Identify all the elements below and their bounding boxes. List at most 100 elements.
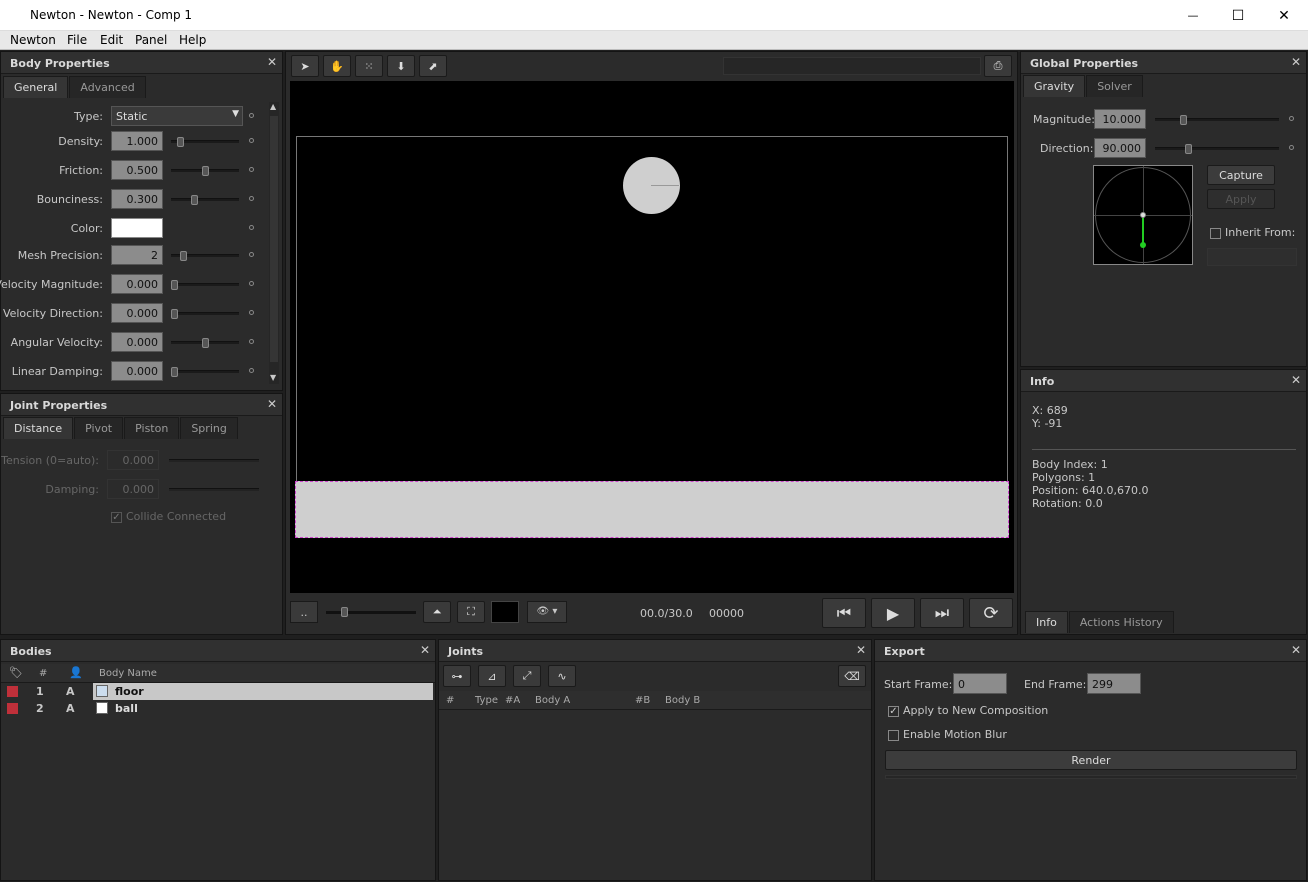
- property-input[interactable]: 0.300: [111, 189, 163, 209]
- gravity-direction-widget[interactable]: [1093, 165, 1193, 265]
- slider-knob[interactable]: [191, 195, 198, 205]
- close-icon[interactable]: ✕: [267, 397, 277, 411]
- tab-info[interactable]: Info: [1025, 611, 1068, 633]
- slider-knob[interactable]: [180, 251, 187, 261]
- floor-body[interactable]: [295, 481, 1009, 538]
- add-piston-joint-button[interactable]: ⤢: [513, 665, 541, 687]
- slider-knob[interactable]: [202, 166, 209, 176]
- background-color-swatch[interactable]: [491, 601, 519, 623]
- keyframe-icon[interactable]: [249, 368, 254, 373]
- property-input[interactable]: 0.500: [111, 160, 163, 180]
- menu-panel[interactable]: Panel: [135, 33, 167, 47]
- minimize-button[interactable]: —: [1170, 0, 1216, 31]
- property-input[interactable]: 1.000: [111, 131, 163, 151]
- magnitude-slider[interactable]: [1155, 115, 1279, 125]
- collide-connected-checkbox[interactable]: ✓ Collide Connected: [111, 510, 226, 523]
- property-input[interactable]: 0.000: [111, 303, 163, 323]
- property-slider[interactable]: [171, 309, 239, 319]
- keyframe-icon[interactable]: [249, 196, 254, 201]
- toggle-button[interactable]: ⏶: [423, 601, 451, 623]
- tab-general[interactable]: General: [3, 76, 69, 98]
- property-slider[interactable]: [171, 251, 239, 261]
- tab-gravity[interactable]: Gravity: [1023, 75, 1086, 97]
- property-slider[interactable]: [171, 137, 239, 147]
- slider-knob[interactable]: [202, 338, 209, 348]
- skip-start-button[interactable]: ⏮: [822, 598, 866, 628]
- keyframe-icon[interactable]: [249, 339, 254, 344]
- start-frame-input[interactable]: 0: [953, 673, 1007, 694]
- ball-body[interactable]: [623, 157, 680, 214]
- property-slider[interactable]: [171, 166, 239, 176]
- table-row[interactable]: 1 Afloor: [1, 683, 435, 700]
- close-icon[interactable]: ✕: [1291, 55, 1301, 69]
- close-icon[interactable]: ✕: [267, 55, 277, 69]
- visibility-dropdown[interactable]: 👁 ▾: [527, 601, 567, 623]
- slider-knob[interactable]: [171, 367, 178, 377]
- add-distance-joint-button[interactable]: ⊶: [443, 665, 471, 687]
- zoom-slider[interactable]: [326, 607, 416, 617]
- table-row[interactable]: 2 Aball: [1, 700, 435, 717]
- magnitude-input[interactable]: 10.000: [1094, 109, 1146, 129]
- property-slider[interactable]: [171, 195, 239, 205]
- direction-slider[interactable]: [1155, 144, 1279, 154]
- keyframe-icon[interactable]: [249, 113, 254, 118]
- menu-help[interactable]: Help: [179, 33, 206, 47]
- canvas[interactable]: [290, 81, 1014, 593]
- property-slider[interactable]: [171, 338, 239, 348]
- inherit-select[interactable]: [1207, 248, 1297, 266]
- property-slider[interactable]: [171, 367, 239, 377]
- enable-motion-blur-checkbox[interactable]: Enable Motion Blur: [888, 728, 1007, 741]
- close-icon[interactable]: ✕: [1291, 373, 1301, 387]
- select-tool-button[interactable]: ➤: [291, 55, 319, 77]
- tab-solver[interactable]: Solver: [1086, 75, 1143, 97]
- inherit-from-checkbox[interactable]: Inherit From:: [1210, 226, 1295, 239]
- render-button[interactable]: Render: [885, 750, 1297, 770]
- scrollbar[interactable]: ▲ ▼: [269, 102, 279, 384]
- close-icon[interactable]: ✕: [1291, 643, 1301, 657]
- keyframe-icon[interactable]: [249, 225, 254, 230]
- slider-knob[interactable]: [177, 137, 184, 147]
- slider-knob[interactable]: [171, 309, 178, 319]
- menu-edit[interactable]: Edit: [100, 33, 123, 47]
- hand-tool-button[interactable]: ✋: [323, 55, 351, 77]
- close-icon[interactable]: ✕: [856, 643, 866, 657]
- velocity-tool-button[interactable]: ⬈: [419, 55, 447, 77]
- tension-input[interactable]: 0.000: [107, 450, 159, 470]
- add-spring-joint-button[interactable]: ∿: [548, 665, 576, 687]
- search-input[interactable]: [723, 57, 981, 75]
- body-name-cell[interactable]: floor: [93, 683, 433, 700]
- tab-distance[interactable]: Distance: [3, 417, 74, 439]
- color-swatch[interactable]: [111, 218, 163, 238]
- property-input[interactable]: 0.000: [111, 274, 163, 294]
- type-select[interactable]: Static ▼: [111, 106, 243, 126]
- loop-button[interactable]: ⟳: [969, 598, 1013, 628]
- step-forward-button[interactable]: ⏭: [920, 598, 964, 628]
- export-button[interactable]: ⎙: [984, 55, 1012, 77]
- capture-button[interactable]: Capture: [1207, 165, 1275, 185]
- tension-slider[interactable]: [169, 459, 259, 462]
- tab-pivot[interactable]: Pivot: [74, 417, 124, 439]
- tab-advanced[interactable]: Advanced: [69, 76, 146, 98]
- keyframe-icon[interactable]: [249, 138, 254, 143]
- close-button[interactable]: ✕: [1261, 0, 1307, 31]
- play-button[interactable]: ▶: [871, 598, 915, 628]
- menu-newton[interactable]: Newton: [10, 33, 56, 47]
- keyframe-icon[interactable]: [249, 310, 254, 315]
- tab-spring[interactable]: Spring: [180, 417, 238, 439]
- delete-joint-button[interactable]: ⌫: [838, 665, 866, 687]
- tab-piston[interactable]: Piston: [124, 417, 180, 439]
- property-slider[interactable]: [171, 280, 239, 290]
- keyframe-icon[interactable]: [1289, 145, 1294, 150]
- slider-knob[interactable]: [171, 280, 178, 290]
- damping-slider[interactable]: [169, 488, 259, 491]
- body-name-cell[interactable]: ball: [93, 700, 433, 717]
- keyframe-icon[interactable]: [249, 252, 254, 257]
- apply-button[interactable]: Apply: [1207, 189, 1275, 209]
- keyframe-icon[interactable]: [249, 167, 254, 172]
- add-pivot-joint-button[interactable]: ⊿: [478, 665, 506, 687]
- property-input[interactable]: 0.000: [111, 332, 163, 352]
- keyframe-icon[interactable]: [1289, 116, 1294, 121]
- end-frame-input[interactable]: 299: [1087, 673, 1141, 694]
- zoom-button[interactable]: ..: [290, 601, 318, 623]
- close-icon[interactable]: ✕: [420, 643, 430, 657]
